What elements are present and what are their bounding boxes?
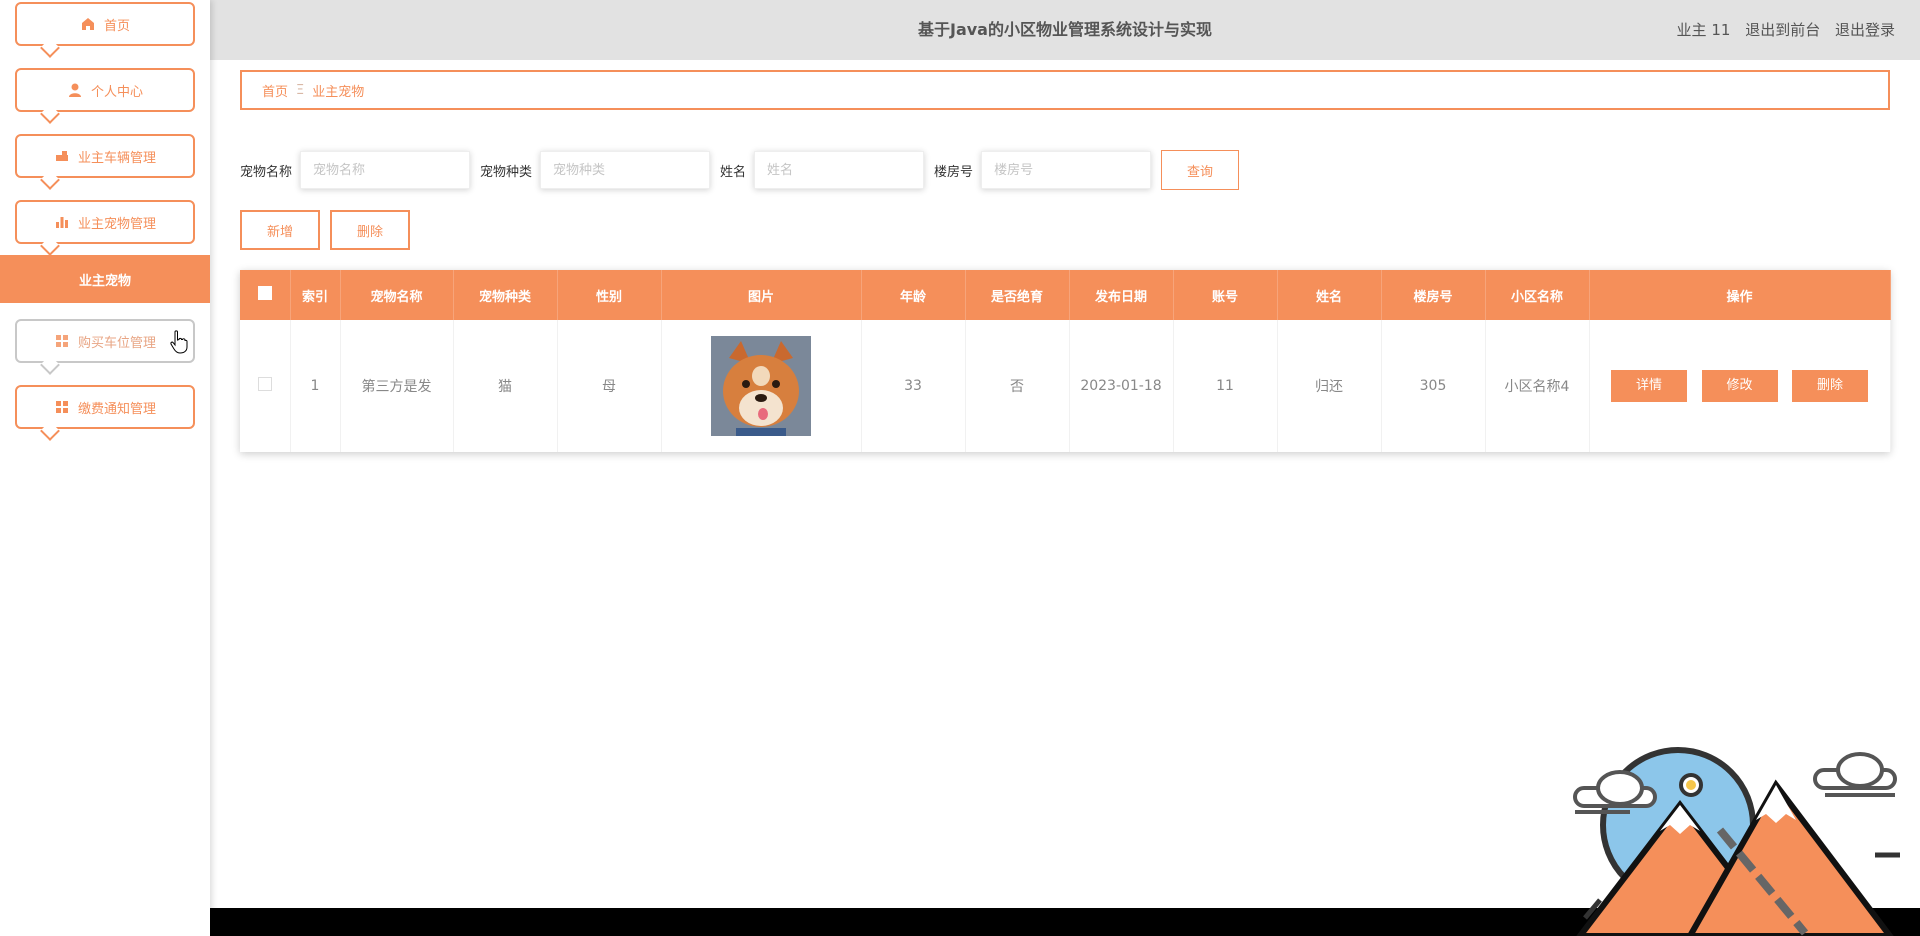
logout-link[interactable]: 退出登录 xyxy=(1835,21,1895,39)
sidebar-item-profile[interactable]: 个人中心 xyxy=(15,68,195,112)
cell-community: 小区名称4 xyxy=(1485,320,1590,452)
pet-name-input[interactable] xyxy=(300,151,471,189)
column-header: 索引 xyxy=(290,270,341,320)
row-select-cell[interactable] xyxy=(240,320,291,452)
hand-cursor-icon xyxy=(170,330,188,354)
column-header: 性别 xyxy=(557,270,662,320)
column-header: 账号 xyxy=(1173,270,1278,320)
breadcrumb: 首页 Ξ 业主宠物 xyxy=(240,70,1890,110)
delete-selected-button[interactable]: 删除 xyxy=(330,210,410,250)
column-header: 是否绝育 xyxy=(965,270,1070,320)
header-user-area: 业主 11 退出到前台 退出登录 xyxy=(1667,0,1895,60)
top-header: 基于Java的小区物业管理系统设计与实现 业主 11 退出到前台 退出登录 xyxy=(210,0,1920,60)
sidebar: 首页 个人中心 业主车辆管理 业主宠物管理 业主宠物 购买车位管理 缴费通知管理 xyxy=(0,0,210,936)
row-checkbox[interactable] xyxy=(257,377,272,391)
breadcrumb-separator: Ξ xyxy=(296,82,305,98)
pet-name-label: 宠物名称 xyxy=(240,164,293,180)
cell-operations: 详情 修改 删除 xyxy=(1589,320,1891,452)
cell-age: 33 xyxy=(861,320,966,452)
edit-button[interactable]: 修改 xyxy=(1701,370,1778,402)
cell-index: 1 xyxy=(290,320,341,452)
user-label: 业主 11 xyxy=(1676,21,1731,39)
mountain-illustration xyxy=(1573,747,1900,936)
building-label: 楼房号 xyxy=(934,164,974,180)
column-header: 宠物名称 xyxy=(340,270,454,320)
sidebar-item-label: 业主车辆管理 xyxy=(77,150,156,166)
sidebar-item-label: 首页 xyxy=(103,18,130,34)
building-input[interactable] xyxy=(981,151,1152,189)
table-header-row: 索引 宠物名称 宠物种类 性别 图片 年龄 是否绝育 发布日期 账号 姓名 楼房… xyxy=(240,270,1891,320)
owner-name-label: 姓名 xyxy=(720,164,747,180)
column-header: 小区名称 xyxy=(1485,270,1590,320)
sidebar-item-parking[interactable]: 购买车位管理 xyxy=(15,319,195,363)
cell-neutered: 否 xyxy=(965,320,1070,452)
column-header: 宠物种类 xyxy=(453,270,558,320)
column-header: 姓名 xyxy=(1277,270,1382,320)
column-header: 发布日期 xyxy=(1069,270,1174,320)
breadcrumb-current: 业主宠物 xyxy=(312,84,365,100)
cell-account: 11 xyxy=(1173,320,1278,452)
sidebar-item-pets[interactable]: 业主宠物管理 xyxy=(15,200,195,244)
cell-building: 305 xyxy=(1381,320,1486,452)
exit-front-link[interactable]: 退出到前台 xyxy=(1745,21,1820,39)
cell-gender: 母 xyxy=(557,320,662,452)
pet-type-label: 宠物种类 xyxy=(480,164,533,180)
pet-type-input[interactable] xyxy=(540,151,711,189)
sidebar-item-label: 缴费通知管理 xyxy=(77,401,156,417)
action-bar: 新增 删除 xyxy=(240,210,420,250)
cell-pet-type: 猫 xyxy=(453,320,558,452)
column-header: 操作 xyxy=(1589,270,1891,320)
row-delete-button[interactable]: 删除 xyxy=(1791,370,1868,402)
breadcrumb-home[interactable]: 首页 xyxy=(262,81,288,100)
cell-date: 2023-01-18 xyxy=(1069,320,1174,452)
sidebar-item-label: 购买车位管理 xyxy=(77,335,156,351)
bar-chart-icon xyxy=(55,217,68,228)
sidebar-item-fees[interactable]: 缴费通知管理 xyxy=(15,385,195,429)
sidebar-subitem-pets[interactable]: 业主宠物 xyxy=(0,255,210,303)
add-button[interactable]: 新增 xyxy=(240,210,320,250)
table-row: 1 第三方是发 猫 母 33 否 2023-01-18 11 归还 305 小区… xyxy=(240,320,1891,452)
cell-image xyxy=(661,320,862,452)
grid-icon xyxy=(55,401,68,413)
home-icon xyxy=(81,18,94,30)
car-icon xyxy=(55,151,68,161)
pet-photo xyxy=(711,336,811,436)
column-header: 年龄 xyxy=(861,270,966,320)
sidebar-item-label: 个人中心 xyxy=(90,84,143,100)
sidebar-item-home[interactable]: 首页 xyxy=(15,2,195,46)
owner-name-input[interactable] xyxy=(754,151,925,189)
pets-table: 索引 宠物名称 宠物种类 性别 图片 年龄 是否绝育 发布日期 账号 姓名 楼房… xyxy=(240,270,1891,452)
query-button[interactable]: 查询 xyxy=(1161,150,1240,190)
column-header: 图片 xyxy=(661,270,862,320)
sidebar-item-vehicles[interactable]: 业主车辆管理 xyxy=(15,134,195,178)
sidebar-item-label: 业主宠物管理 xyxy=(77,216,156,232)
select-all-checkbox[interactable] xyxy=(257,286,272,300)
cell-name: 归还 xyxy=(1277,320,1382,452)
search-form: 宠物名称 宠物种类 姓名 楼房号 查询 xyxy=(240,150,1240,190)
user-icon xyxy=(68,83,81,97)
detail-button[interactable]: 详情 xyxy=(1611,370,1688,402)
grid-icon xyxy=(55,335,68,347)
cell-pet-name: 第三方是发 xyxy=(340,320,454,452)
column-header: 楼房号 xyxy=(1381,270,1486,320)
select-all-cell[interactable] xyxy=(240,270,291,320)
page-title: 基于Java的小区物业管理系统设计与实现 xyxy=(918,20,1212,39)
